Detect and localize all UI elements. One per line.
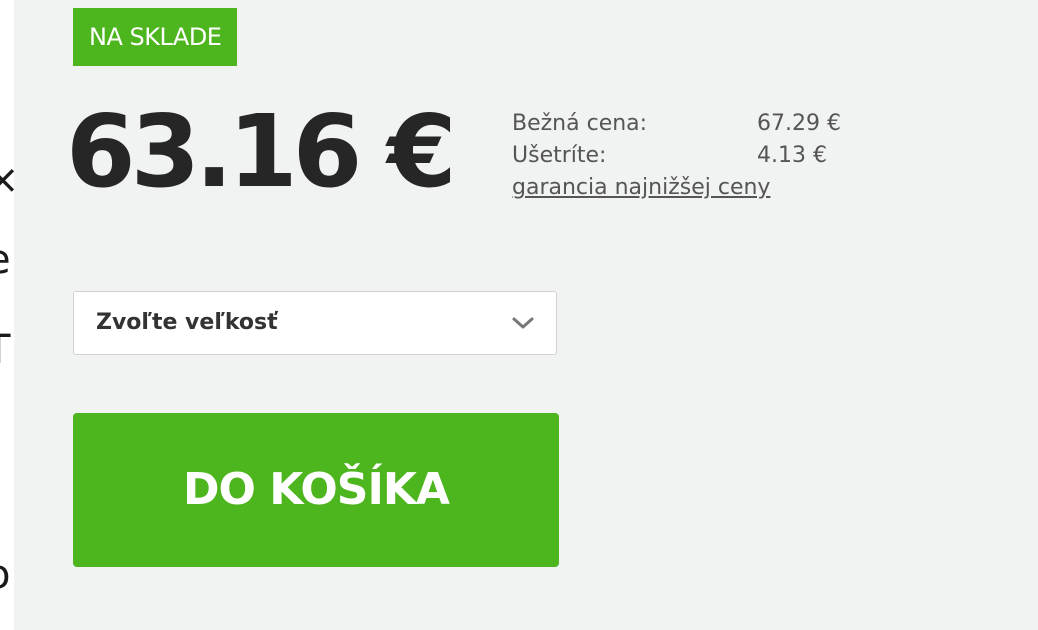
truncated-glyph: T bbox=[0, 330, 10, 370]
size-select-value: Zvoľte veľkosť bbox=[96, 310, 278, 335]
size-select-dropdown[interactable]: Zvoľte veľkosť bbox=[73, 291, 557, 355]
stock-status-badge: NA SKLADE bbox=[73, 8, 238, 66]
regular-price-value: 67.29 € bbox=[757, 111, 841, 136]
chevron-down-icon bbox=[512, 317, 534, 329]
price-guarantee-link[interactable]: garancia najnižšej ceny bbox=[512, 172, 770, 204]
price-details: Bežná cena: 67.29 € Ušetríte: 4.13 € gar… bbox=[512, 108, 872, 204]
page: × e T o NA SKLADE 63.16 € Bežná cena: 67… bbox=[0, 0, 1038, 630]
left-neighbor-column: × e T o bbox=[0, 0, 14, 630]
truncated-glyph: e bbox=[0, 240, 11, 280]
product-price: 63.16 € bbox=[66, 93, 457, 210]
product-purchase-panel: NA SKLADE 63.16 € Bežná cena: 67.29 € Uš… bbox=[14, 0, 1038, 630]
truncated-glyph: o bbox=[0, 555, 10, 595]
savings-label: Ušetríte: bbox=[512, 143, 607, 168]
savings-row: Ušetríte: 4.13 € bbox=[512, 140, 872, 172]
truncated-glyph: × bbox=[0, 160, 14, 200]
add-to-cart-button[interactable]: DO KOŠÍKA bbox=[73, 413, 559, 567]
regular-price-label: Bežná cena: bbox=[512, 111, 648, 136]
regular-price-row: Bežná cena: 67.29 € bbox=[512, 108, 872, 140]
savings-value: 4.13 € bbox=[757, 143, 827, 168]
